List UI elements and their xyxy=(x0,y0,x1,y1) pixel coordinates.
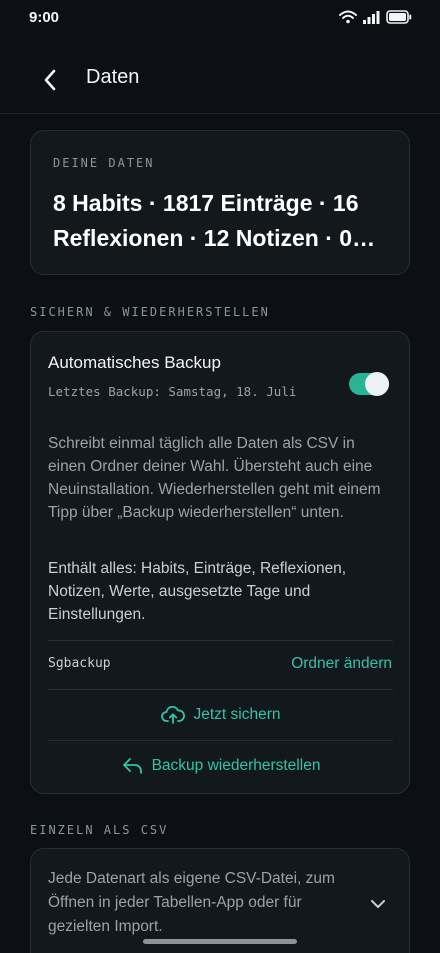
csv-export-card[interactable]: Jede Datenart als eigene CSV-Datei, zum … xyxy=(30,848,410,953)
change-folder-button[interactable]: Ordner ändern xyxy=(291,655,392,673)
signal-icon xyxy=(363,10,380,24)
restore-backup-label: Backup wiederherstellen xyxy=(151,757,321,774)
app-header: Daten xyxy=(0,50,440,114)
summary-text: 8 Habits · 1817 Einträge · 16 Reflexione… xyxy=(53,190,359,251)
last-backup-text: Letztes Backup: Samstag, 18. Juli xyxy=(48,384,297,399)
status-bar: 9:00 xyxy=(0,0,440,36)
cloud-upload-icon xyxy=(161,706,186,724)
backup-description: Schreibt einmal täglich alle Daten als C… xyxy=(48,435,381,521)
home-indicator xyxy=(143,939,297,944)
auto-backup-toggle[interactable] xyxy=(349,372,389,396)
restore-backup-button[interactable]: Backup wiederherstellen xyxy=(31,741,411,791)
toggle-knob xyxy=(365,372,389,396)
expand-button[interactable] xyxy=(367,893,389,915)
backup-card: Automatisches Backup Letztes Backup: Sam… xyxy=(30,331,410,794)
chevron-down-icon xyxy=(371,900,385,908)
back-button[interactable] xyxy=(36,66,64,94)
backup-contents: Enthält alles: Habits, Einträge, Reflexi… xyxy=(48,560,347,623)
divider xyxy=(48,640,393,641)
reply-arrow-icon xyxy=(122,758,142,774)
wifi-icon xyxy=(339,10,357,24)
csv-section-label: EINZELN ALS CSV xyxy=(30,823,169,837)
chevron-left-icon xyxy=(44,69,56,91)
summary-label: DEINE DATEN xyxy=(53,156,155,170)
backup-section-label: SICHERN & WIEDERHERSTELLEN xyxy=(30,305,270,319)
status-time: 9:00 xyxy=(29,9,60,26)
backup-folder-name: Sgbackup xyxy=(48,656,111,671)
page-title: Daten xyxy=(86,66,140,88)
battery-icon xyxy=(386,10,412,24)
backup-title: Automatisches Backup xyxy=(48,353,221,372)
status-icons xyxy=(339,10,412,24)
backup-now-button[interactable]: Jetzt sichern xyxy=(31,690,411,740)
data-summary-card: DEINE DATEN 8 Habits · 1817 Einträge · 1… xyxy=(30,130,410,275)
backup-now-label: Jetzt sichern xyxy=(193,706,281,723)
csv-description: Jede Datenart als eigene CSV-Datei, zum … xyxy=(48,870,335,935)
